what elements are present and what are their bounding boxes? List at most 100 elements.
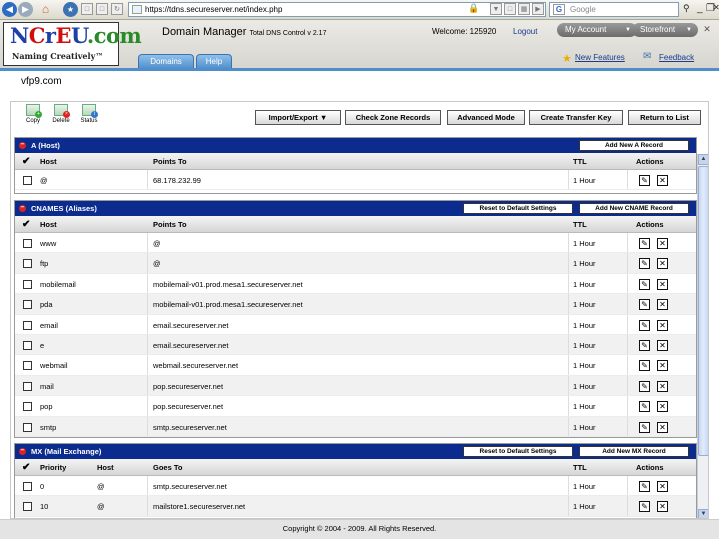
grid-icon[interactable]: ▦ <box>518 3 530 15</box>
create-transfer-key-button[interactable]: Create Transfer Key <box>529 110 623 125</box>
edit-icon[interactable]: ✎ <box>639 360 650 372</box>
delete-record-icon[interactable]: ✕ <box>657 360 668 372</box>
delete-record-icon[interactable]: ✕ <box>657 319 668 331</box>
row-checkbox[interactable] <box>23 502 32 512</box>
edit-icon[interactable]: ✎ <box>639 481 650 492</box>
ttl-cell: 1 Hour <box>573 361 596 371</box>
delete-record-icon[interactable]: ✕ <box>657 401 668 413</box>
delete-record-icon[interactable]: ✕ <box>657 481 668 492</box>
feedback-link[interactable]: Feedback <box>659 53 694 62</box>
logout-link[interactable]: Logout <box>513 27 537 36</box>
address-bar[interactable]: https://tdns.secureserver.net/index.php <box>128 2 546 17</box>
delete-record-icon[interactable]: ✕ <box>657 278 668 290</box>
select-all-check-icon[interactable]: ✔ <box>22 216 30 233</box>
rss-icon[interactable]: ▼ <box>490 3 502 15</box>
my-account-menu[interactable]: My Account ▼ <box>557 23 637 37</box>
scroll-up-icon[interactable]: ▲ <box>698 154 708 165</box>
tab-help[interactable]: Help <box>196 54 232 69</box>
row-checkbox[interactable] <box>23 381 32 391</box>
collapse-icon[interactable]: – <box>19 204 26 212</box>
edit-icon[interactable]: ✎ <box>639 258 650 270</box>
delete-record-icon[interactable]: ✕ <box>657 380 668 392</box>
close-icon[interactable]: ✕ <box>702 24 712 34</box>
reset-cname-defaults-button[interactable]: Reset to Default Settings <box>463 203 573 214</box>
go-icon[interactable]: ▶ <box>532 3 544 15</box>
delete-record-icon[interactable]: ✕ <box>657 421 668 433</box>
row-checkbox[interactable] <box>23 279 32 289</box>
row-checkbox[interactable] <box>23 340 32 350</box>
home-icon[interactable]: ⌂ <box>38 2 53 17</box>
host-cell: mail <box>40 381 54 391</box>
scroll-thumb[interactable] <box>698 166 708 456</box>
row-checkbox[interactable] <box>23 320 32 330</box>
col-points-to: Points To <box>153 220 187 229</box>
lock-icon: 🔒 <box>468 3 480 13</box>
row-checkbox[interactable] <box>23 361 32 371</box>
collapse-icon[interactable]: – <box>19 141 26 149</box>
points-to-cell: @ <box>153 259 161 269</box>
row-checkbox[interactable] <box>23 176 32 185</box>
close-window-icon[interactable]: ✕ <box>713 3 719 12</box>
search-go-icon[interactable]: ⚲ <box>683 3 690 14</box>
delete-record-icon[interactable]: ✕ <box>657 175 668 186</box>
edit-icon[interactable]: ✎ <box>639 339 650 351</box>
delete-record-icon[interactable]: ✕ <box>657 339 668 351</box>
edit-icon[interactable]: ✎ <box>639 501 650 513</box>
back-icon[interactable]: ◀ <box>2 2 17 17</box>
row-checkbox[interactable] <box>23 422 32 432</box>
edit-icon[interactable]: ✎ <box>639 278 650 290</box>
edit-icon[interactable]: ✎ <box>639 401 650 413</box>
copy-tool[interactable]: + Copy <box>21 104 45 125</box>
return-to-list-button[interactable]: Return to List <box>628 110 701 125</box>
delete-record-icon[interactable]: ✕ <box>657 238 668 249</box>
row-checkbox[interactable] <box>23 300 32 310</box>
delete-record-icon[interactable]: ✕ <box>657 501 668 513</box>
host-cell: www <box>40 239 57 248</box>
select-all-check-icon[interactable]: ✔ <box>22 459 30 476</box>
bookmark-star-icon[interactable]: ★ <box>63 2 78 17</box>
row-checkbox[interactable] <box>23 402 32 412</box>
edit-icon[interactable]: ✎ <box>639 299 650 311</box>
forward-icon[interactable]: ▶ <box>18 2 33 17</box>
add-mx-record-button[interactable]: Add New MX Record <box>579 446 689 457</box>
tab-domains[interactable]: Domains <box>138 54 194 69</box>
reset-mx-defaults-button[interactable]: Reset to Default Settings <box>463 446 573 457</box>
page-icon[interactable]: □ <box>81 3 93 15</box>
row-checkbox[interactable] <box>23 259 32 269</box>
storefront-menu[interactable]: Storefront ▼ <box>632 23 698 37</box>
edit-icon[interactable]: ✎ <box>639 175 650 186</box>
collapse-icon[interactable]: – <box>19 447 26 455</box>
delete-record-icon[interactable]: ✕ <box>657 299 668 311</box>
advanced-mode-button[interactable]: Advanced Mode <box>447 110 525 125</box>
host-cell: webmail <box>40 361 68 371</box>
print-icon[interactable]: □ <box>96 3 108 15</box>
search-box[interactable]: G Google <box>549 2 679 17</box>
check-zone-records-button[interactable]: Check Zone Records <box>345 110 441 125</box>
star-icon: ★ <box>562 53 572 65</box>
compat-icon[interactable]: □ <box>504 3 516 15</box>
scrollbar[interactable]: ▲ ▼ <box>697 154 708 518</box>
delete-record-icon[interactable]: ✕ <box>657 258 668 270</box>
new-features-link[interactable]: New Features <box>575 53 625 62</box>
host-cell: @ <box>40 176 48 185</box>
import-export-button[interactable]: Import/Export ▼ <box>255 110 341 125</box>
welcome-text: Welcome: 125920 <box>432 27 497 36</box>
reload-icon[interactable]: ↻ <box>111 3 123 15</box>
edit-icon[interactable]: ✎ <box>639 238 650 249</box>
minimize-icon[interactable]: _ <box>697 3 703 14</box>
column-divider <box>627 375 628 396</box>
scroll-down-icon[interactable]: ▼ <box>698 509 708 518</box>
edit-icon[interactable]: ✎ <box>639 421 650 433</box>
column-divider <box>627 314 628 334</box>
delete-tool[interactable]: × Delete <box>49 104 73 125</box>
add-a-record-button[interactable]: Add New A Record <box>579 140 689 151</box>
logo[interactable]: NCrEU.com Naming Creatively™ <box>3 22 142 66</box>
col-actions: Actions <box>636 463 664 472</box>
status-tool[interactable]: i Status <box>77 104 101 125</box>
select-all-check-icon[interactable]: ✔ <box>22 153 30 170</box>
add-cname-record-button[interactable]: Add New CNAME Record <box>579 203 689 214</box>
row-checkbox[interactable] <box>23 482 32 491</box>
edit-icon[interactable]: ✎ <box>639 319 650 331</box>
row-checkbox[interactable] <box>23 239 32 248</box>
edit-icon[interactable]: ✎ <box>639 380 650 392</box>
